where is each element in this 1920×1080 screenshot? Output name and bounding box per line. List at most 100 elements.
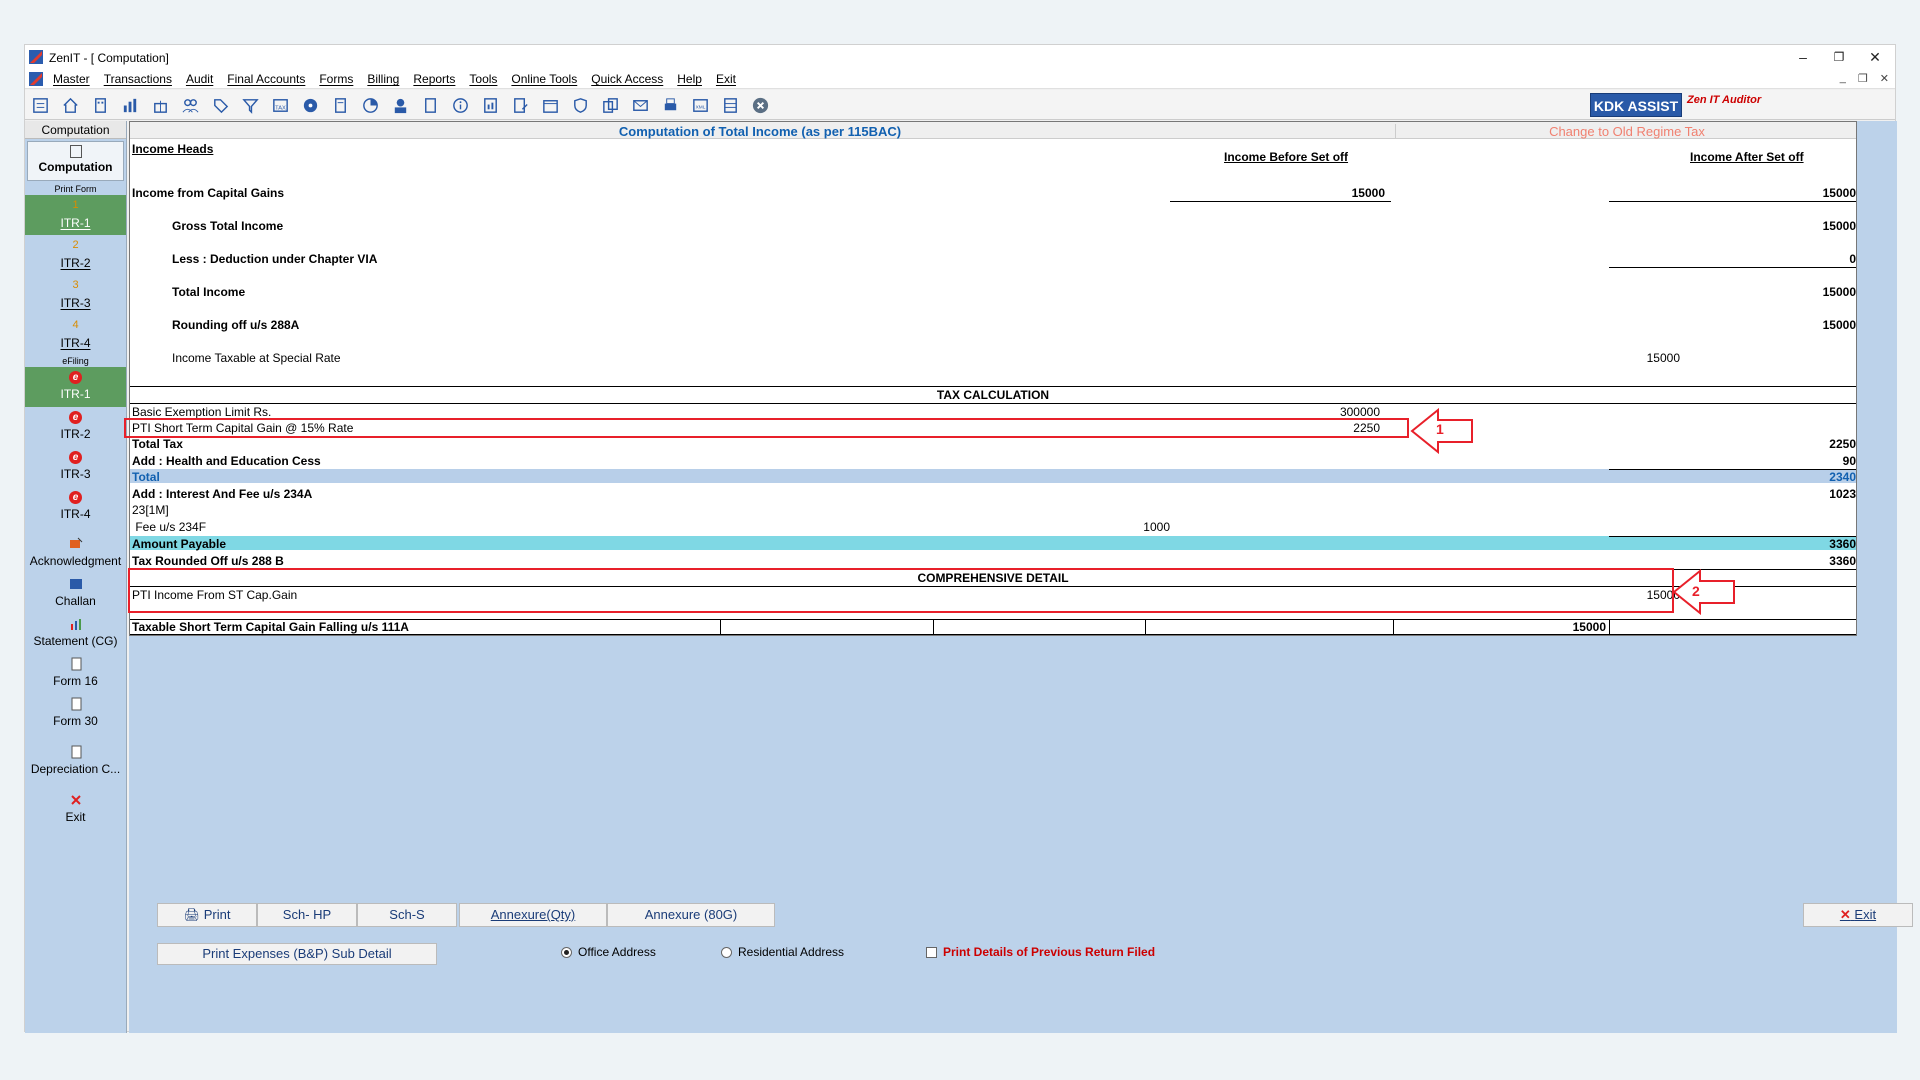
sidebar-item-form-16[interactable]: Form 16 (25, 653, 126, 693)
menu-tools[interactable]: Tools (469, 72, 497, 86)
tax-icon[interactable]: TAX (269, 95, 292, 116)
menu-online-tools[interactable]: Online Tools (511, 72, 577, 86)
sidebar-item-print-itr-4[interactable]: 4 ITR-4 (25, 315, 126, 355)
kdk-assist-button[interactable]: KDK ASSIST (1590, 93, 1682, 117)
menu-exit[interactable]: Exit (716, 72, 736, 86)
deduction-value: 0 (1849, 252, 1856, 266)
gift-icon[interactable] (149, 95, 172, 116)
sidebar-item-efile-itr-2[interactable]: e ITR-2 (25, 407, 126, 447)
book-icon[interactable] (419, 95, 442, 116)
taxable-stcg-value: 15000 (1572, 620, 1606, 634)
sidebar-item-acknowledgment[interactable]: Acknowledgment (25, 533, 126, 573)
menu-reports[interactable]: Reports (413, 72, 455, 86)
home-icon[interactable] (59, 95, 82, 116)
sidebar-item-label: Acknowledgment (29, 554, 122, 568)
change-to-old-regime-link[interactable]: Change to Old Regime Tax (1395, 124, 1858, 139)
printer-icon[interactable] (659, 95, 682, 116)
efiling-section-label: eFiling (62, 356, 89, 366)
menu-quick-access[interactable]: Quick Access (591, 72, 663, 86)
menu-billing[interactable]: Billing (367, 72, 399, 86)
app-window: ZenIT - [ Computation] – ❐ ✕ Master Tran… (24, 44, 1913, 1033)
pay-icon[interactable] (389, 95, 412, 116)
print-button[interactable]: 🖨 Print (157, 903, 257, 927)
grid-icon[interactable] (719, 95, 742, 116)
sidebar-item-computation[interactable]: Computation (27, 141, 124, 181)
office-address-radio[interactable]: Office Address (561, 945, 656, 959)
income-heads-header: Income Heads (132, 142, 214, 156)
sidebar-item-print-itr-2[interactable]: 2 ITR-2 (25, 235, 126, 275)
special-rate-label: Income Taxable at Special Rate (172, 351, 341, 365)
restore-button[interactable]: ❐ (1819, 47, 1859, 67)
calendar-icon[interactable] (539, 95, 562, 116)
annexure-80g-tab[interactable]: Annexure (80G) (607, 903, 775, 927)
form-16-icon (71, 657, 81, 671)
sidebar-item-label: ITR-4 (60, 336, 91, 350)
sidebar-item-print-itr-1[interactable]: 1 ITR-1 (25, 195, 126, 235)
sidebar-item-efile-itr-4[interactable]: e ITR-4 (25, 487, 126, 527)
print-previous-return-checkbox[interactable]: Print Details of Previous Return Filed (926, 945, 1155, 959)
gti-value: 15000 (1822, 219, 1856, 233)
sidebar-item-efile-itr-3[interactable]: e ITR-3 (25, 447, 126, 487)
sidebar-item-efile-itr-1[interactable]: e ITR-1 (25, 367, 126, 407)
total-value: 2340 (1829, 470, 1856, 484)
sch-hp-tab[interactable]: Sch- HP (257, 903, 357, 927)
cap-gains-label: Income from Capital Gains (132, 186, 285, 200)
radio-unselected-icon (721, 946, 732, 958)
tag-icon[interactable] (209, 95, 232, 116)
exit-button[interactable]: ✕ Exit (1803, 903, 1913, 927)
close-circle-icon[interactable] (749, 95, 772, 116)
filter-icon[interactable] (239, 95, 262, 116)
annexure-qty-tab[interactable]: Annexure(Qty) (459, 903, 607, 927)
sidebar-item-label: Challan (55, 594, 96, 608)
residential-address-radio[interactable]: Residential Address (721, 945, 844, 959)
divider (130, 386, 1856, 387)
report-icon[interactable] (479, 95, 502, 116)
users-icon[interactable] (179, 95, 202, 116)
mdi-close-button[interactable]: ✕ (1880, 72, 1889, 85)
computation-title: Computation of Total Income (as per 115B… (618, 124, 902, 139)
basic-exemption-value: 300000 (1339, 405, 1380, 419)
mdi-restore-button[interactable]: ❐ (1858, 72, 1868, 85)
itr-number-label: 4 (72, 319, 79, 331)
sidebar-item-label: Statement (CG) (33, 634, 118, 648)
sidebar-item-label: ITR-1 (60, 216, 91, 230)
sch-s-tab[interactable]: Sch-S (357, 903, 457, 927)
document-edit-icon[interactable] (509, 95, 532, 116)
bar-chart-icon[interactable] (119, 95, 142, 116)
rounding-label: Rounding off u/s 288A (172, 318, 300, 332)
sidebar-item-print-itr-3[interactable]: 3 ITR-3 (25, 275, 126, 315)
sidebar-item-form-30[interactable]: Form 30 (25, 693, 126, 733)
menu-final-accounts[interactable]: Final Accounts (227, 72, 305, 86)
calculator-icon[interactable] (329, 95, 352, 116)
building-icon[interactable] (89, 95, 112, 116)
interest-label: Add : Interest And Fee u/s 234A (132, 487, 313, 501)
menu-master[interactable]: Master (53, 72, 90, 86)
info-icon[interactable] (449, 95, 472, 116)
mdi-minimize-button[interactable]: _ (1840, 72, 1846, 85)
sidebar-item-exit[interactable]: Exit (25, 789, 126, 829)
pie-chart-icon[interactable] (359, 95, 382, 116)
ledger-icon[interactable] (29, 95, 52, 116)
disc-icon[interactable] (299, 95, 322, 116)
sidebar-item-challan[interactable]: Challan (25, 573, 126, 613)
shield-icon[interactable] (569, 95, 592, 116)
taxable-stcg-label: Taxable Short Term Capital Gain Falling … (132, 620, 409, 634)
divider (1609, 267, 1856, 268)
sidebar-header: Computation (25, 121, 126, 139)
close-button[interactable]: ✕ (1855, 47, 1895, 67)
mail-icon[interactable] (629, 95, 652, 116)
menu-forms[interactable]: Forms (319, 72, 353, 86)
tax-rounded-label: Tax Rounded Off u/s 288 B (132, 554, 284, 568)
sidebar-item-depreciation[interactable]: Depreciation C... (25, 741, 126, 781)
amount-payable-label: Amount Payable (132, 537, 227, 551)
menu-transactions[interactable]: Transactions (104, 72, 172, 86)
print-expenses-button[interactable]: Print Expenses (B&P) Sub Detail (157, 943, 437, 965)
menu-help[interactable]: Help (677, 72, 702, 86)
copy-icon[interactable] (599, 95, 622, 116)
menu-audit[interactable]: Audit (186, 72, 213, 86)
fee-234f-label: Fee u/s 234F (132, 520, 207, 534)
xml-icon[interactable]: XML (689, 95, 712, 116)
sidebar-item-label: Exit (65, 810, 86, 824)
sidebar-item-statement-cg[interactable]: Statement (CG) (25, 613, 126, 653)
minimize-button[interactable]: – (1783, 47, 1823, 67)
